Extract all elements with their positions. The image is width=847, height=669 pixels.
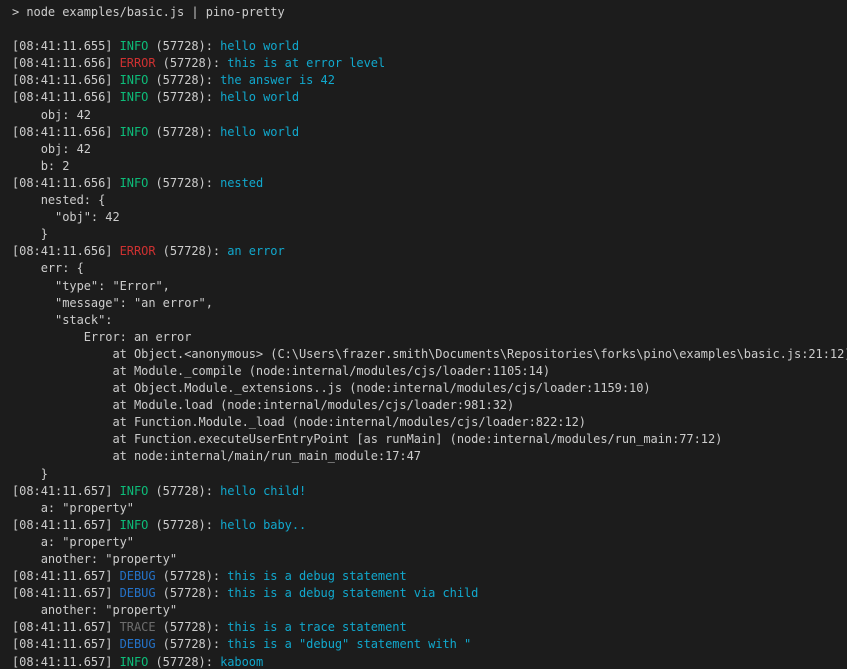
- timestamp: [08:41:11.657]: [12, 655, 120, 669]
- log-message: this is a trace statement: [227, 620, 406, 634]
- pid: (57728):: [148, 90, 220, 104]
- detail-line: a: "property": [12, 500, 847, 517]
- detail-line: at Function.Module._load (node:internal/…: [12, 414, 847, 431]
- timestamp: [08:41:11.656]: [12, 90, 120, 104]
- detail-line: another: "property": [12, 551, 847, 568]
- detail-line: Error: an error: [12, 329, 847, 346]
- pid: (57728):: [148, 484, 220, 498]
- log-line: [08:41:11.657] DEBUG (57728): this is a …: [12, 585, 847, 602]
- log-level: DEBUG: [120, 637, 156, 651]
- log-level: INFO: [120, 125, 149, 139]
- timestamp: [08:41:11.656]: [12, 244, 120, 258]
- log-message: this is a "debug" statement with ": [227, 637, 471, 651]
- detail-line: obj: 42: [12, 107, 847, 124]
- timestamp: [08:41:11.657]: [12, 518, 120, 532]
- timestamp: [08:41:11.655]: [12, 39, 120, 53]
- log-line: [08:41:11.657] INFO (57728): hello baby.…: [12, 517, 847, 534]
- log-line: [08:41:11.656] INFO (57728): hello world: [12, 89, 847, 106]
- log-line: [08:41:11.657] INFO (57728): kaboom: [12, 654, 847, 669]
- command-line: > node examples/basic.js | pino-pretty: [12, 4, 847, 21]
- detail-line: at Module._compile (node:internal/module…: [12, 363, 847, 380]
- log-line: [08:41:11.655] INFO (57728): hello world: [12, 38, 847, 55]
- log-line: [08:41:11.656] ERROR (57728): this is at…: [12, 55, 847, 72]
- timestamp: [08:41:11.656]: [12, 176, 120, 190]
- log-message: an error: [227, 244, 284, 258]
- log-level: TRACE: [120, 620, 156, 634]
- log-message: this is at error level: [227, 56, 385, 70]
- detail-line: a: "property": [12, 534, 847, 551]
- detail-line: "stack":: [12, 312, 847, 329]
- pid: (57728):: [148, 655, 220, 669]
- log-message: kaboom: [220, 655, 263, 669]
- detail-line: at Object.Module._extensions..js (node:i…: [12, 380, 847, 397]
- pid: (57728):: [156, 56, 228, 70]
- timestamp: [08:41:11.656]: [12, 73, 120, 87]
- log-line: [08:41:11.656] INFO (57728): hello world: [12, 124, 847, 141]
- log-level: INFO: [120, 655, 149, 669]
- pid: (57728):: [148, 73, 220, 87]
- pid: (57728):: [148, 39, 220, 53]
- detail-line: "type": "Error",: [12, 278, 847, 295]
- log-level: INFO: [120, 518, 149, 532]
- log-message: the answer is 42: [220, 73, 335, 87]
- pid: (57728):: [156, 586, 228, 600]
- timestamp: [08:41:11.657]: [12, 569, 120, 583]
- log-line: [08:41:11.657] DEBUG (57728): this is a …: [12, 636, 847, 653]
- log-line: [08:41:11.656] INFO (57728): the answer …: [12, 72, 847, 89]
- detail-line: at Object.<anonymous> (C:\Users\frazer.s…: [12, 346, 847, 363]
- pid: (57728):: [156, 244, 228, 258]
- timestamp: [08:41:11.657]: [12, 620, 120, 634]
- log-message: hello world: [220, 125, 299, 139]
- pid: (57728):: [156, 637, 228, 651]
- log-level: INFO: [120, 90, 149, 104]
- blank-line: [12, 21, 847, 38]
- detail-line: at node:internal/main/run_main_module:17…: [12, 448, 847, 465]
- log-level: ERROR: [120, 244, 156, 258]
- log-line: [08:41:11.656] INFO (57728): nested: [12, 175, 847, 192]
- log-level: INFO: [120, 73, 149, 87]
- log-message: hello world: [220, 39, 299, 53]
- pid: (57728):: [148, 125, 220, 139]
- timestamp: [08:41:11.656]: [12, 125, 120, 139]
- detail-line: at Function.executeUserEntryPoint [as ru…: [12, 431, 847, 448]
- timestamp: [08:41:11.657]: [12, 637, 120, 651]
- log-line: [08:41:11.657] DEBUG (57728): this is a …: [12, 568, 847, 585]
- timestamp: [08:41:11.657]: [12, 484, 120, 498]
- detail-line: "message": "an error",: [12, 295, 847, 312]
- timestamp: [08:41:11.656]: [12, 56, 120, 70]
- detail-line: another: "property": [12, 602, 847, 619]
- log-message: this is a debug statement via child: [227, 586, 478, 600]
- log-line: [08:41:11.657] TRACE (57728): this is a …: [12, 619, 847, 636]
- detail-line: obj: 42: [12, 141, 847, 158]
- log-line: [08:41:11.657] INFO (57728): hello child…: [12, 483, 847, 500]
- log-level: INFO: [120, 176, 149, 190]
- log-level: INFO: [120, 484, 149, 498]
- log-message: hello child!: [220, 484, 306, 498]
- pid: (57728):: [156, 569, 228, 583]
- log-output: [08:41:11.655] INFO (57728): hello world…: [12, 38, 847, 669]
- log-level: INFO: [120, 39, 149, 53]
- timestamp: [08:41:11.657]: [12, 586, 120, 600]
- detail-line: nested: {: [12, 192, 847, 209]
- detail-line: err: {: [12, 260, 847, 277]
- pid: (57728):: [148, 518, 220, 532]
- log-level: ERROR: [120, 56, 156, 70]
- log-level: DEBUG: [120, 586, 156, 600]
- pid: (57728):: [148, 176, 220, 190]
- log-message: hello world: [220, 90, 299, 104]
- log-line: [08:41:11.656] ERROR (57728): an error: [12, 243, 847, 260]
- detail-line: }: [12, 226, 847, 243]
- log-message: this is a debug statement: [227, 569, 406, 583]
- log-message: hello baby..: [220, 518, 306, 532]
- detail-line: b: 2: [12, 158, 847, 175]
- detail-line: at Module.load (node:internal/modules/cj…: [12, 397, 847, 414]
- pid: (57728):: [156, 620, 228, 634]
- log-level: DEBUG: [120, 569, 156, 583]
- log-message: nested: [220, 176, 263, 190]
- detail-line: }: [12, 466, 847, 483]
- terminal[interactable]: > node examples/basic.js | pino-pretty […: [0, 0, 847, 669]
- detail-line: "obj": 42: [12, 209, 847, 226]
